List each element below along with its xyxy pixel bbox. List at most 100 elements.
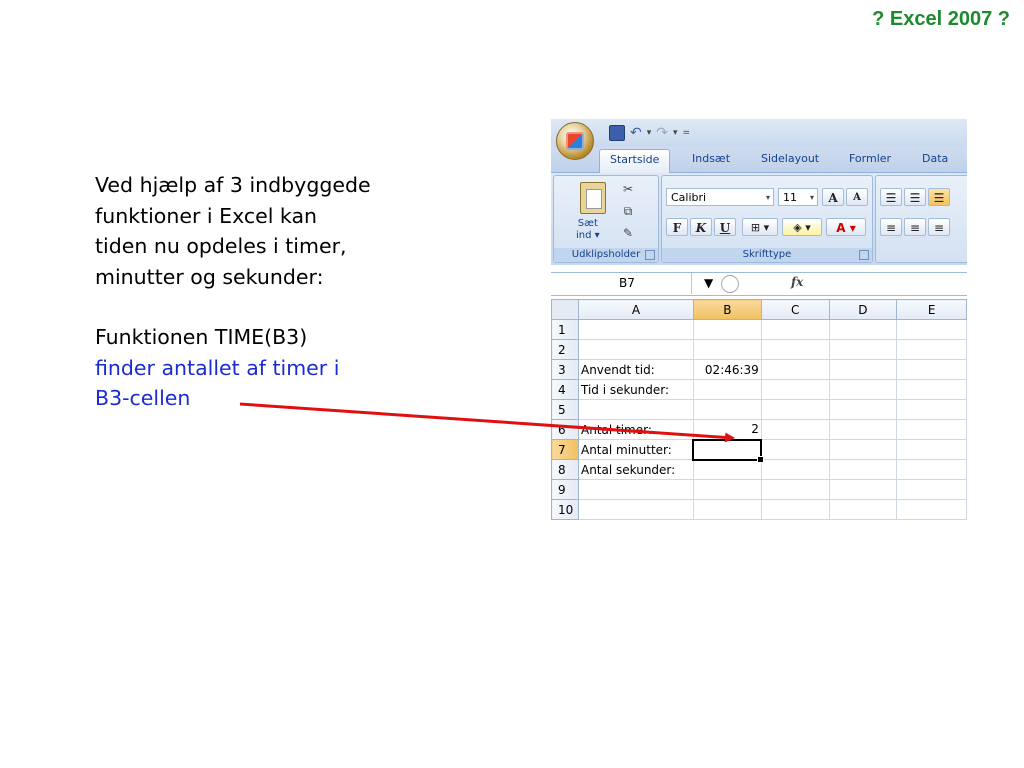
column-header[interactable]: C — [760, 299, 830, 320]
align-top-icon[interactable]: ☰ — [880, 188, 902, 206]
underline-button[interactable]: U — [714, 218, 736, 236]
cell-c[interactable] — [760, 359, 830, 380]
cell-d[interactable] — [828, 459, 898, 480]
cell-b[interactable] — [692, 479, 762, 500]
fill-color-button[interactable]: ◈ ▾ — [782, 218, 822, 236]
cell-b[interactable] — [692, 339, 762, 360]
cell-e[interactable] — [896, 359, 967, 380]
cell-e[interactable] — [896, 459, 967, 480]
cell-a[interactable]: Antal minutter: — [577, 439, 694, 460]
cell-b[interactable] — [692, 459, 762, 480]
copy-icon[interactable]: ⧉ — [620, 204, 636, 218]
office-button[interactable] — [556, 122, 594, 160]
cell-b[interactable]: 02:46:39 — [692, 359, 762, 380]
cell-d[interactable] — [828, 379, 898, 400]
cell-e[interactable] — [896, 379, 967, 400]
cell-c[interactable] — [760, 399, 830, 420]
row-header[interactable]: 6 — [551, 419, 579, 440]
tab-indsaet[interactable]: Indsæt — [692, 152, 730, 165]
tab-data[interactable]: Data — [922, 152, 948, 165]
cell-b-selected[interactable] — [692, 438, 766, 464]
grow-font-button[interactable]: A — [822, 188, 844, 206]
row-header[interactable]: 10 — [551, 499, 579, 520]
row-header[interactable]: 1 — [551, 319, 579, 340]
tab-sidelayout[interactable]: Sidelayout — [761, 152, 819, 165]
column-header[interactable]: D — [828, 299, 898, 320]
cell-e[interactable] — [896, 319, 967, 340]
cut-icon[interactable]: ✂ — [620, 182, 636, 196]
cell-a[interactable] — [577, 399, 694, 420]
cell-d[interactable] — [828, 359, 898, 380]
name-box[interactable]: B7 — [551, 273, 692, 294]
paste-icon[interactable] — [580, 182, 606, 214]
column-header[interactable]: E — [896, 299, 967, 320]
redo-icon[interactable]: ↷ — [656, 126, 668, 140]
cell-a[interactable] — [577, 339, 694, 360]
undo-icon[interactable]: ↶ — [630, 126, 642, 140]
font-color-button[interactable]: A ▾ — [826, 218, 866, 236]
cancel-circle-icon[interactable] — [721, 275, 739, 293]
cell-b[interactable] — [692, 499, 762, 520]
name-box-dropdown-icon[interactable]: ▼ — [704, 273, 713, 294]
cell-d[interactable] — [828, 399, 898, 420]
cell-d[interactable] — [828, 499, 898, 520]
cell-c[interactable] — [760, 439, 830, 460]
row-header[interactable]: 4 — [551, 379, 579, 400]
borders-button[interactable]: ⊞ ▾ — [742, 218, 778, 236]
cell-b[interactable] — [692, 399, 762, 420]
italic-button[interactable]: K — [690, 218, 712, 236]
cell-a[interactable] — [577, 499, 694, 520]
paste-button[interactable]: Sæt ind ▾ — [576, 218, 600, 242]
cell-c[interactable] — [760, 339, 830, 360]
align-center-icon[interactable]: ≡ — [904, 218, 926, 236]
font-launcher-icon[interactable] — [859, 250, 869, 260]
cell-e[interactable] — [896, 479, 967, 500]
cell-d[interactable] — [828, 419, 898, 440]
cell-d[interactable] — [828, 339, 898, 360]
cell-c[interactable] — [760, 479, 830, 500]
format-painter-icon[interactable]: ✎ — [620, 226, 636, 240]
cell-a[interactable]: Tid i sekunder: — [577, 379, 694, 400]
cell-a[interactable]: Antal sekunder: — [577, 459, 694, 480]
column-header[interactable]: A — [577, 299, 694, 320]
cell-e[interactable] — [896, 339, 967, 360]
undo-dropdown-icon[interactable]: ▾ — [647, 128, 652, 138]
tab-startside[interactable]: Startside — [599, 149, 671, 174]
align-right-icon[interactable]: ≡ — [928, 218, 950, 236]
cell-d[interactable] — [828, 479, 898, 500]
cell-d[interactable] — [828, 319, 898, 340]
bold-button[interactable]: F — [666, 218, 688, 236]
customize-qat-icon[interactable]: = — [683, 128, 691, 138]
cell-c[interactable] — [760, 319, 830, 340]
save-icon[interactable] — [609, 125, 625, 141]
font-name-combo[interactable]: Calibri ▾ — [666, 188, 774, 206]
cell-c[interactable] — [760, 499, 830, 520]
row-header[interactable]: 2 — [551, 339, 579, 360]
row-header[interactable]: 9 — [551, 479, 579, 500]
fx-icon[interactable]: fx — [791, 275, 803, 289]
tab-formler[interactable]: Formler — [849, 152, 891, 165]
select-all-corner[interactable] — [551, 299, 579, 320]
cell-d[interactable] — [828, 439, 898, 460]
row-header[interactable]: 3 — [551, 359, 579, 380]
cell-b[interactable]: 2 — [692, 419, 762, 440]
row-header[interactable]: 8 — [551, 459, 579, 480]
cell-a[interactable] — [577, 319, 694, 340]
align-bottom-icon[interactable]: ☰ — [928, 188, 950, 206]
cell-e[interactable] — [896, 499, 967, 520]
cell-c[interactable] — [760, 379, 830, 400]
row-header[interactable]: 7 — [551, 439, 579, 460]
cell-b[interactable] — [692, 379, 762, 400]
cell-e[interactable] — [896, 399, 967, 420]
cell-c[interactable] — [760, 459, 830, 480]
cell-a[interactable]: Antal timer: — [577, 419, 694, 440]
align-middle-icon[interactable]: ☰ — [904, 188, 926, 206]
shrink-font-button[interactable]: A — [846, 188, 868, 206]
clipboard-launcher-icon[interactable] — [645, 250, 655, 260]
cell-c[interactable] — [760, 419, 830, 440]
cell-e[interactable] — [896, 439, 967, 460]
cell-a[interactable]: Anvendt tid: — [577, 359, 694, 380]
cell-b[interactable] — [692, 319, 762, 340]
cell-a[interactable] — [577, 479, 694, 500]
column-header-selected[interactable]: B — [692, 299, 762, 320]
